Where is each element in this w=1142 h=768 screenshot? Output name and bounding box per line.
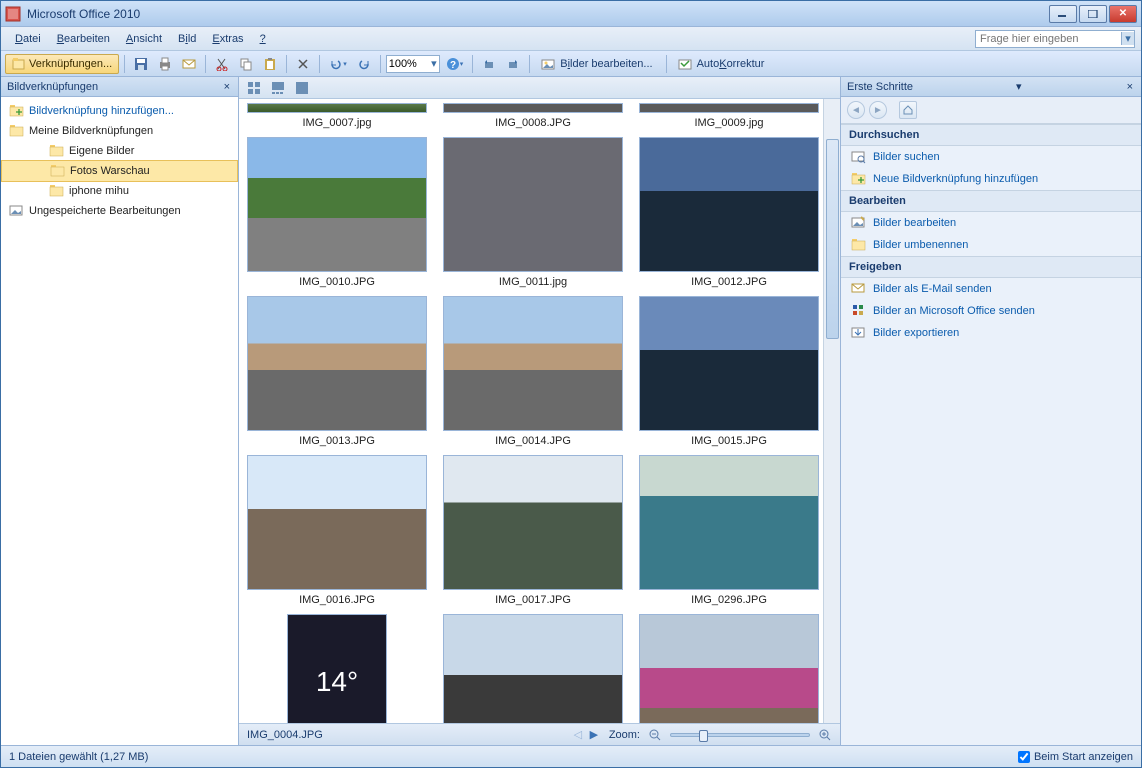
section-share: Freigeben (841, 256, 1141, 278)
autocorrect-button[interactable]: AutoKorrektur (672, 54, 773, 74)
section-browse: Durchsuchen (841, 124, 1141, 146)
mail-icon[interactable] (178, 54, 200, 74)
rotate-right-icon[interactable] (502, 54, 524, 74)
show-at-start-label: Beim Start anzeigen (1034, 751, 1133, 763)
thumb-cell[interactable]: IMG_0010.JPG (247, 137, 427, 288)
view-thumbnails-icon[interactable] (243, 78, 265, 98)
task-send-office[interactable]: Bilder an Microsoft Office senden (841, 300, 1141, 322)
cut-icon[interactable] (211, 54, 233, 74)
thumb-cell[interactable]: IMG_0007.jpg (247, 103, 427, 129)
rotate-left-icon[interactable] (478, 54, 500, 74)
thumb-cell[interactable]: IMG_0296.JPG (639, 455, 819, 606)
zoom-label: Zoom: (609, 729, 640, 741)
tree-item-iphone[interactable]: iphone mihu (1, 181, 238, 201)
task-rename-pics[interactable]: Bilder umbenennen (841, 234, 1141, 256)
menu-help[interactable]: ? (252, 30, 274, 48)
view-toolbar (239, 77, 840, 99)
view-filmstrip-icon[interactable] (267, 78, 289, 98)
right-sidebar: Erste Schritte ▾ × ◄ ► Durchsuchen Bilde… (841, 77, 1141, 745)
menu-view[interactable]: Ansicht (118, 30, 170, 48)
zoom-slider[interactable] (670, 733, 810, 737)
statusbar: 1 Dateien gewählt (1,27 MB) Beim Start a… (1, 745, 1141, 767)
show-at-start-checkbox[interactable] (1018, 751, 1030, 763)
thumb-cell[interactable]: IMG_0016.JPG (247, 455, 427, 606)
thumb-cell[interactable]: IMG_0011.jpg (443, 137, 623, 288)
thumb-cell[interactable]: IMG_0009.jpg (639, 103, 819, 129)
menubar: Datei Bearbeiten Ansicht Bild Extras ? ▾ (1, 27, 1141, 51)
menu-file[interactable]: Datei (7, 30, 49, 48)
task-add-shortcut[interactable]: Neue Bildverknüpfung hinzufügen (841, 168, 1141, 190)
thumb-cell[interactable]: 14° (247, 614, 427, 723)
thumb-cell[interactable]: IMG_0014.JPG (443, 296, 623, 447)
center-area: IMG_0007.jpg IMG_0008.JPG IMG_0009.jpg I… (239, 77, 841, 745)
thumb-cell[interactable] (443, 614, 623, 723)
autocorrect-label: AutoKorrektur (697, 58, 765, 70)
svg-text:?: ? (450, 60, 456, 71)
center-footer: IMG_0004.JPG ◁ ▶ Zoom: (239, 723, 840, 745)
toolbar: Verknüpfungen... ▾ 100%▾ ?▾ Bilder bearb… (1, 51, 1141, 77)
maximize-button[interactable] (1079, 5, 1107, 23)
nav-forward-icon[interactable]: ► (869, 101, 887, 119)
shortcuts-button[interactable]: Verknüpfungen... (5, 54, 119, 74)
print-icon[interactable] (154, 54, 176, 74)
left-pane-close-icon[interactable]: × (222, 81, 232, 93)
tree-unsaved[interactable]: Ungespeicherte Bearbeitungen (1, 201, 238, 221)
vertical-scrollbar[interactable] (823, 99, 840, 723)
menu-image[interactable]: Bild (170, 30, 204, 48)
thumb-cell[interactable]: IMG_0013.JPG (247, 296, 427, 447)
menu-extras[interactable]: Extras (204, 30, 251, 48)
current-file-label: IMG_0004.JPG (247, 729, 323, 741)
redo-icon[interactable] (353, 54, 375, 74)
menu-edit[interactable]: Bearbeiten (49, 30, 118, 48)
add-shortcut-link[interactable]: Bildverknüpfung hinzufügen... (1, 101, 238, 121)
thumbnail-grid: IMG_0007.jpg IMG_0008.JPG IMG_0009.jpg I… (239, 99, 823, 723)
task-nav: ◄ ► (841, 97, 1141, 124)
nav-back-icon[interactable]: ◄ (847, 101, 865, 119)
task-edit-pics[interactable]: Bilder bearbeiten (841, 212, 1141, 234)
thumb-cell[interactable]: IMG_0015.JPG (639, 296, 819, 447)
edit-pictures-button[interactable]: Bilder bearbeiten... (535, 54, 660, 74)
left-pane-header: Bildverknüpfungen × (1, 77, 238, 97)
edit-pics-label: Bilder bearbeiten... (560, 58, 652, 70)
nav-next-icon[interactable]: ▶ (587, 728, 601, 741)
zoom-in-icon[interactable] (818, 728, 832, 742)
right-pane-dropdown-icon[interactable]: ▾ (1014, 80, 1024, 93)
right-pane-header: Erste Schritte ▾ × (841, 77, 1141, 97)
tree-root[interactable]: Meine Bildverknüpfungen (1, 121, 238, 141)
save-icon[interactable] (130, 54, 152, 74)
minimize-button[interactable] (1049, 5, 1077, 23)
thumb-cell[interactable]: IMG_0012.JPG (639, 137, 819, 288)
left-sidebar: Bildverknüpfungen × Bildverknüpfung hinz… (1, 77, 239, 745)
close-button[interactable]: ✕ (1109, 5, 1137, 23)
titlebar: Microsoft Office 2010 ✕ (1, 1, 1141, 27)
zoom-out-icon[interactable] (648, 728, 662, 742)
thumb-cell[interactable]: IMG_0008.JPG (443, 103, 623, 129)
nav-home-icon[interactable] (899, 101, 917, 119)
window-title: Microsoft Office 2010 (27, 7, 1049, 21)
paste-icon[interactable] (259, 54, 281, 74)
thumb-cell[interactable]: IMG_0017.JPG (443, 455, 623, 606)
right-pane-close-icon[interactable]: × (1125, 81, 1135, 93)
tree-item-warschau[interactable]: Fotos Warschau (1, 160, 238, 182)
view-single-icon[interactable] (291, 78, 313, 98)
tree-item-eigene[interactable]: Eigene Bilder (1, 141, 238, 161)
zoom-combo[interactable]: 100%▾ (386, 55, 440, 73)
task-search-pics[interactable]: Bilder suchen (841, 146, 1141, 168)
status-text: 1 Dateien gewählt (1,27 MB) (9, 751, 148, 763)
task-export[interactable]: Bilder exportieren (841, 322, 1141, 344)
help-input[interactable] (976, 33, 1121, 45)
help-search[interactable]: ▾ (975, 30, 1135, 48)
help-icon[interactable]: ?▾ (442, 54, 468, 74)
shortcut-tree: Bildverknüpfung hinzufügen... Meine Bild… (1, 97, 238, 745)
nav-prev-icon[interactable]: ◁ (571, 728, 585, 741)
undo-icon[interactable]: ▾ (325, 54, 351, 74)
thumb-cell[interactable] (639, 614, 819, 723)
copy-icon[interactable] (235, 54, 257, 74)
section-edit: Bearbeiten (841, 190, 1141, 212)
app-icon (5, 6, 21, 22)
help-dropdown-icon[interactable]: ▾ (1121, 32, 1134, 45)
delete-icon[interactable] (292, 54, 314, 74)
task-email[interactable]: Bilder als E-Mail senden (841, 278, 1141, 300)
